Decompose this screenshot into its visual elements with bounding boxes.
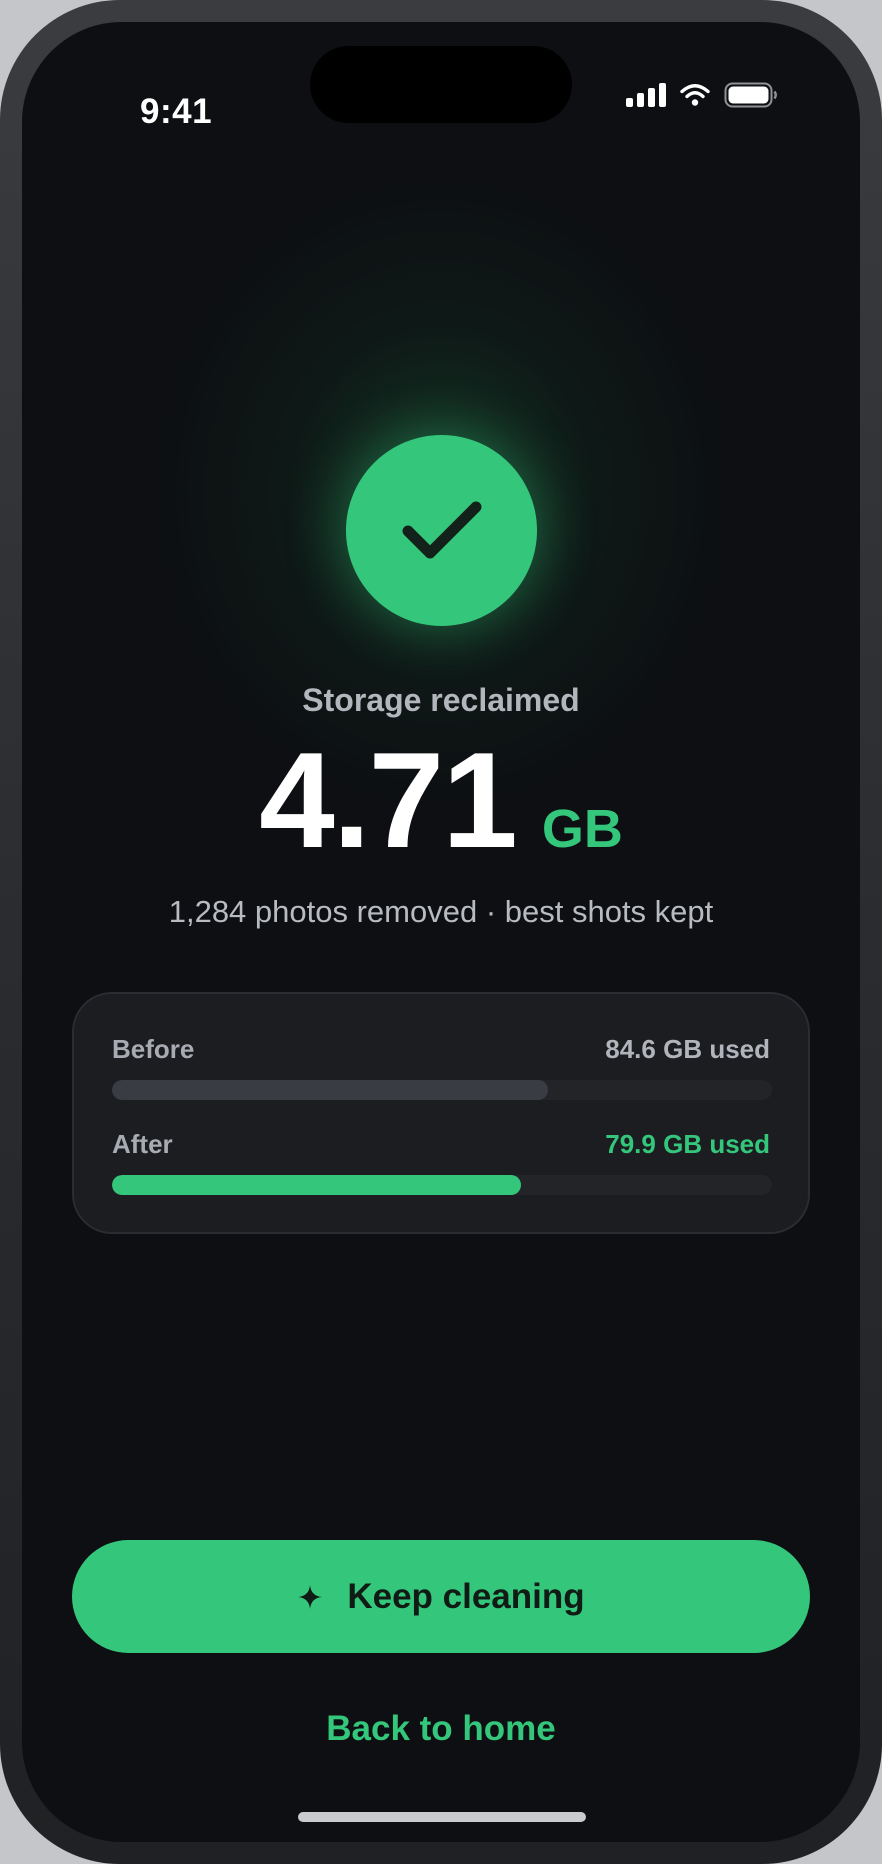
before-row-header: Before 84.6 GB used <box>112 1034 770 1065</box>
reclaimed-value: 4.71 <box>259 724 518 876</box>
reclaimed-unit: GB <box>541 799 623 859</box>
before-usage-bar <box>112 1080 772 1100</box>
cellular-signal-icon <box>626 83 666 107</box>
storage-reclaimed-label: Storage reclaimed <box>302 682 580 718</box>
success-check-badge <box>346 435 537 626</box>
checkmark-icon <box>402 501 481 558</box>
screen: 9:41 Storage reclaimed 4.71 GB 1,284 pho… <box>22 22 860 1842</box>
battery-icon <box>724 82 777 108</box>
storage-comparison-card: Before 84.6 GB used After 79.9 GB used <box>72 992 810 1234</box>
before-usage-fill <box>112 1080 548 1100</box>
keep-cleaning-button[interactable]: Keep cleaning <box>72 1540 810 1653</box>
after-value: 79.9 GB used <box>605 1129 770 1159</box>
after-usage-bar <box>112 1175 772 1195</box>
device-frame: 9:41 Storage reclaimed 4.71 GB 1,284 pho… <box>0 0 882 1864</box>
after-row-header: After 79.9 GB used <box>112 1129 770 1160</box>
reclaimed-amount: 4.71 GB <box>22 732 860 868</box>
back-to-home-link[interactable]: Back to home <box>22 1709 860 1749</box>
dynamic-island <box>310 46 572 123</box>
before-label: Before <box>112 1034 195 1064</box>
after-usage-fill <box>112 1175 522 1195</box>
before-value: 84.6 GB used <box>605 1034 770 1064</box>
wifi-icon <box>680 84 710 106</box>
keep-cleaning-label: Keep cleaning <box>347 1576 585 1616</box>
after-label: After <box>112 1129 173 1159</box>
home-indicator[interactable] <box>298 1812 586 1822</box>
status-time: 9:41 <box>140 92 213 131</box>
status-icons <box>626 80 778 110</box>
cleanup-summary: 1,284 photos removed · best shots kept <box>168 894 714 929</box>
sparkle-icon <box>298 1584 323 1609</box>
